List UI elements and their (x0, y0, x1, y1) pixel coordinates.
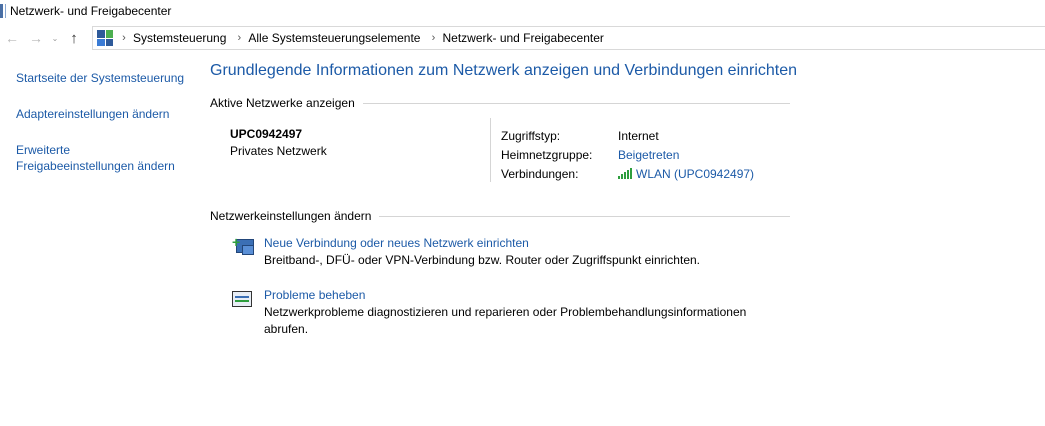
breadcrumb-systemsteuerung[interactable]: Systemsteuerung (133, 31, 230, 45)
wlan-connection-link[interactable]: WLAN (UPC0942497) (618, 167, 754, 181)
breadcrumb-separator-icon[interactable]: › (230, 32, 248, 44)
new-connection-link[interactable]: Neue Verbindung oder neues Netzwerk einr… (264, 235, 764, 252)
network-type: Privates Netzwerk (230, 144, 327, 158)
recent-locations-chevron-icon[interactable]: ⌄ (48, 27, 62, 49)
address-bar[interactable]: › Systemsteuerung › Alle Systemsteuerung… (92, 26, 1045, 50)
title-bar: Netzwerk- und Freigabecenter (0, 0, 1045, 22)
wifi-signal-icon (618, 167, 632, 179)
network-settings-heading: Netzwerkeinstellungen ändern (210, 209, 372, 223)
section-divider (379, 215, 790, 217)
sidebar-link-freigabeeinstellungen[interactable]: Erweiterte Freigabeeinstellungen ändern (16, 142, 186, 174)
troubleshoot-icon (230, 287, 262, 319)
sidebar: Startseite der Systemsteuerung Adapterei… (16, 70, 186, 174)
sidebar-link-adaptereinstellungen[interactable]: Adaptereinstellungen ändern (16, 106, 186, 122)
wlan-connection-label: WLAN (UPC0942497) (636, 166, 755, 181)
property-row-heimnetzgruppe: Heimnetzgruppe: Beigetreten (501, 145, 754, 164)
main-content: Grundlegende Informationen zum Netzwerk … (210, 58, 800, 338)
sidebar-link-startseite[interactable]: Startseite der Systemsteuerung (16, 70, 186, 86)
active-networks-heading: Aktive Netzwerke anzeigen (210, 96, 355, 110)
property-label: Heimnetzgruppe: (501, 147, 593, 162)
section-divider (362, 102, 790, 104)
task-troubleshoot: Probleme beheben Netzwerkprobleme diagno… (210, 287, 800, 338)
property-value: Internet (618, 128, 659, 143)
property-label: Verbindungen: (501, 166, 579, 181)
navigation-bar: ← → ⌄ ↑ › Systemsteuerung › Alle Systems… (0, 26, 1045, 50)
homegroup-link[interactable]: Beigetreten (618, 148, 679, 162)
property-label: Zugriffstyp: (501, 128, 561, 143)
breadcrumb-separator-icon[interactable]: › (115, 32, 133, 44)
active-network-card: UPC0942497 Privates Netzwerk Zugriffstyp… (210, 118, 800, 183)
active-networks-header: Aktive Netzwerke anzeigen (210, 96, 800, 110)
breadcrumb-netzwerkcenter[interactable]: Netzwerk- und Freigabecenter (442, 31, 607, 45)
page-title: Grundlegende Informationen zum Netzwerk … (210, 62, 798, 79)
forward-arrow-icon[interactable]: → (24, 27, 48, 49)
new-connection-description: Breitband-, DFÜ- oder VPN-Verbindung bzw… (264, 253, 700, 267)
network-name: UPC0942497 (230, 127, 303, 141)
property-row-verbindungen: Verbindungen: WLAN (UPC0942497) (501, 164, 754, 183)
breadcrumb-alle-elemente[interactable]: Alle Systemsteuerungselemente (248, 31, 424, 45)
up-arrow-icon[interactable]: ↑ (62, 27, 86, 49)
breadcrumb-separator-icon[interactable]: › (424, 32, 442, 44)
network-settings-header: Netzwerkeinstellungen ändern (210, 209, 800, 223)
troubleshoot-link[interactable]: Probleme beheben (264, 287, 764, 304)
back-arrow-icon[interactable]: ← (0, 27, 24, 49)
task-new-connection: + Neue Verbindung oder neues Netzwerk ei… (210, 235, 800, 269)
window-title: Netzwerk- und Freigabecenter (10, 4, 172, 18)
property-row-zugriffstyp: Zugriffstyp: Internet (501, 126, 754, 145)
network-center-icon (0, 4, 6, 18)
new-connection-icon: + (230, 235, 262, 267)
control-panel-icon (97, 30, 113, 46)
troubleshoot-description: Netzwerkprobleme diagnostizieren und rep… (264, 305, 747, 336)
